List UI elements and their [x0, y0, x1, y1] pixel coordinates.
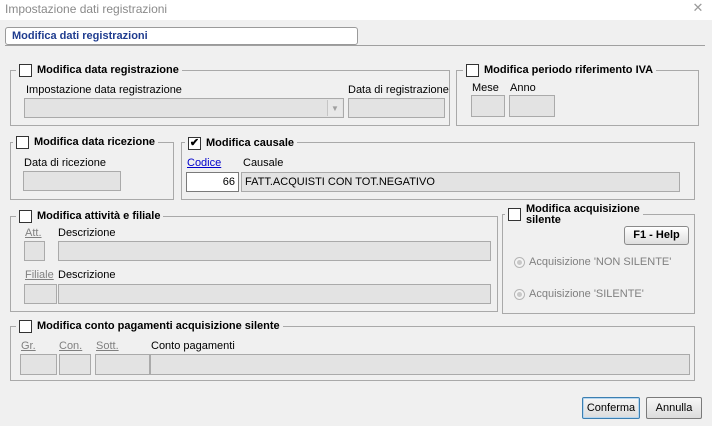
radio-non-silente[interactable]: Acquisizione 'NON SILENTE': [514, 256, 671, 268]
data-ricezione-legend[interactable]: Modifica data ricezione: [13, 134, 159, 150]
periodo-iva-checkbox-label: Modifica periodo riferimento IVA: [484, 64, 654, 76]
con-field[interactable]: [59, 354, 91, 375]
descrizione-filiale-field[interactable]: [58, 284, 491, 304]
acquisizione-silente-checkbox[interactable]: [508, 208, 521, 221]
acquisizione-silente-legend[interactable]: Modifica acquisizione silente: [505, 203, 643, 226]
data-ricezione-checkbox-label: Modifica data ricezione: [34, 136, 156, 148]
descrizione-att-field[interactable]: [58, 241, 491, 261]
data-registrazione-field[interactable]: [348, 98, 445, 118]
radio-non-silente-circle[interactable]: [514, 256, 525, 268]
sott-link[interactable]: Sott.: [96, 340, 119, 352]
conto-pagamenti-legend[interactable]: Modifica conto pagamenti acquisizione si…: [16, 318, 283, 334]
attivita-filiale-checkbox[interactable]: [19, 209, 32, 223]
conto-pagamenti-label: Conto pagamenti: [151, 340, 235, 352]
anno-field[interactable]: [509, 95, 555, 117]
close-icon[interactable]: ✕: [690, 0, 706, 16]
header-divider: [5, 45, 705, 46]
periodo-iva-checkbox[interactable]: [466, 63, 479, 77]
anno-label: Anno: [510, 82, 536, 94]
descrizione-att-label: Descrizione: [58, 227, 116, 239]
data-ricezione-field[interactable]: [23, 171, 121, 191]
checkmark-icon: ✔: [189, 136, 200, 149]
section-header: Modifica dati registrazioni: [5, 27, 358, 45]
annulla-button[interactable]: Annulla: [646, 397, 702, 419]
radio-non-silente-label: Acquisizione 'NON SILENTE': [529, 256, 672, 268]
att-field[interactable]: [24, 241, 45, 261]
mese-label: Mese: [472, 82, 499, 94]
filiale-link[interactable]: Filiale: [25, 269, 54, 281]
data-ricezione-checkbox[interactable]: [16, 135, 29, 149]
causale-checkbox-label: Modifica causale: [206, 137, 295, 149]
impostazione-data-label: Impostazione data registrazione: [26, 84, 182, 96]
causale-field[interactable]: FATT.ACQUISTI CON TOT.NEGATIVO: [241, 172, 680, 192]
conto-pagamenti-field[interactable]: [150, 354, 690, 375]
sott-field[interactable]: [95, 354, 150, 375]
con-link[interactable]: Con.: [59, 340, 82, 352]
descrizione-filiale-label: Descrizione: [58, 269, 116, 281]
att-link[interactable]: Att.: [25, 227, 42, 239]
gr-field[interactable]: [20, 354, 57, 375]
causale-label: Causale: [243, 157, 284, 169]
conferma-button[interactable]: Conferma: [582, 397, 640, 419]
radio-silente-label: Acquisizione 'SILENTE': [529, 288, 644, 300]
impostazione-data-combo[interactable]: ▼: [24, 98, 344, 118]
radio-dot-icon: [517, 291, 522, 297]
radio-dot-icon: [517, 259, 522, 265]
codice-link[interactable]: Codice: [187, 157, 221, 169]
codice-field[interactable]: 66: [186, 172, 239, 192]
data-registrazione-checkbox[interactable]: [19, 63, 32, 77]
section-header-title: Modifica dati registrazioni: [12, 30, 148, 42]
periodo-iva-legend[interactable]: Modifica periodo riferimento IVA: [463, 62, 657, 78]
radio-silente-circle[interactable]: [514, 288, 525, 300]
causale-legend[interactable]: ✔ Modifica causale: [185, 135, 298, 151]
data-registrazione-checkbox-label: Modifica data registrazione: [37, 64, 179, 76]
conto-pagamenti-checkbox-label: Modifica conto pagamenti acquisizione si…: [37, 320, 280, 332]
filiale-field[interactable]: [24, 284, 57, 304]
conto-pagamenti-checkbox[interactable]: [19, 319, 32, 333]
causale-checkbox[interactable]: ✔: [188, 136, 201, 150]
acquisizione-silente-label-line2: silente: [526, 214, 561, 226]
attivita-filiale-checkbox-label: Modifica attività e filiale: [37, 210, 161, 222]
data-registrazione-legend[interactable]: Modifica data registrazione: [16, 62, 182, 78]
help-button[interactable]: F1 - Help: [624, 226, 689, 245]
radio-silente[interactable]: Acquisizione 'SILENTE': [514, 288, 644, 300]
gr-link[interactable]: Gr.: [21, 340, 36, 352]
mese-field[interactable]: [471, 95, 505, 117]
chevron-down-icon[interactable]: ▼: [327, 100, 342, 116]
attivita-filiale-legend[interactable]: Modifica attività e filiale: [16, 208, 164, 224]
window-title: Impostazione dati registrazioni: [5, 2, 168, 16]
acquisizione-silente-checkbox-label: Modifica acquisizione silente: [526, 204, 640, 226]
data-registrazione-label: Data di registrazione: [348, 84, 449, 96]
data-ricezione-label: Data di ricezione: [24, 157, 106, 169]
